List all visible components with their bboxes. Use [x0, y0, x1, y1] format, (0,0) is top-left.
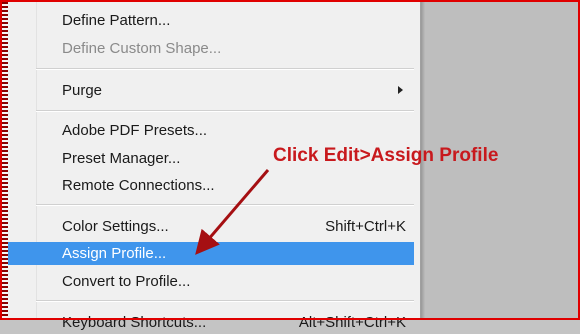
screenshot-frame: [0, 0, 580, 320]
